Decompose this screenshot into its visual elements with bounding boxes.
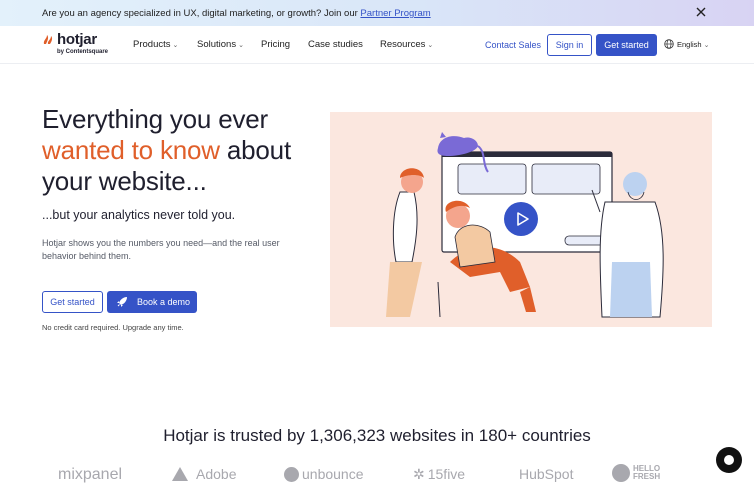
nav-item-products[interactable]: Products ⌄ bbox=[133, 39, 178, 50]
play-video-button[interactable] bbox=[504, 202, 538, 236]
unbounce-icon bbox=[284, 467, 299, 482]
language-selector[interactable]: English ⌄ bbox=[664, 39, 709, 49]
chat-widget-button[interactable] bbox=[716, 447, 742, 473]
headline-line-2: wanted to know about bbox=[42, 135, 291, 166]
play-icon bbox=[517, 212, 529, 226]
promo-banner: Are you an agency specialized in UX, dig… bbox=[0, 0, 754, 26]
nav-item-solutions[interactable]: Solutions ⌄ bbox=[197, 39, 244, 50]
book-demo-button[interactable]: Book a demo bbox=[107, 291, 197, 313]
language-label: English bbox=[677, 40, 702, 49]
chevron-down-icon: ⌄ bbox=[238, 42, 244, 49]
nav-item-case-studies[interactable]: Case studies bbox=[308, 39, 363, 50]
nav-item-label: Resources bbox=[380, 39, 426, 50]
trust-headline: Hotjar is trusted by 1,306,323 websites … bbox=[163, 426, 591, 445]
logo-adobe-label: Adobe bbox=[196, 466, 237, 482]
main-nav: hotjar by Contentsquare Products ⌄ Soluti… bbox=[0, 26, 754, 64]
chevron-down-icon: ⌄ bbox=[427, 42, 434, 49]
logo-mixpanel: mixpanel bbox=[58, 466, 123, 483]
logo-unbounce: unbounce bbox=[284, 466, 364, 482]
nav-item-pricing[interactable]: Pricing bbox=[261, 39, 290, 50]
customer-logos: mixpanel Adobe unbounce ✲ 15five HubSpot … bbox=[0, 462, 754, 485]
contact-sales-link[interactable]: Contact Sales bbox=[485, 40, 541, 50]
headline-line-2-rest: about bbox=[219, 135, 291, 165]
headline-line-1: Everything you ever bbox=[42, 104, 268, 134]
logo-hubspot: HubSpot bbox=[519, 466, 574, 482]
nav-item-label: Solutions bbox=[197, 39, 237, 50]
logo-15five-label: 15five bbox=[427, 466, 466, 482]
hero-description: Hotjar shows you the numbers you need—an… bbox=[42, 238, 280, 261]
adobe-icon bbox=[172, 467, 188, 481]
get-started-nav-button[interactable]: Get started bbox=[596, 34, 657, 56]
sign-in-button[interactable]: Sign in bbox=[547, 34, 592, 56]
fifteen-five-icon: ✲ bbox=[413, 466, 425, 482]
close-icon[interactable] bbox=[695, 6, 707, 18]
get-started-button[interactable]: Get started bbox=[42, 291, 103, 313]
nav-item-label: Pricing bbox=[261, 39, 291, 50]
chat-bubble-icon bbox=[724, 455, 734, 465]
banner-text: Are you an agency specialized in UX, dig… bbox=[42, 8, 361, 19]
banner-message: Are you an agency specialized in UX, dig… bbox=[42, 8, 431, 19]
no-credit-card-note: No credit card required. Upgrade any tim… bbox=[42, 323, 184, 332]
nav-item-label: Products bbox=[133, 39, 171, 50]
rocket-icon bbox=[117, 297, 127, 307]
logo-unbounce-label: unbounce bbox=[302, 466, 364, 482]
logo-15five: ✲ 15five bbox=[413, 466, 465, 483]
headline-line-3: your website... bbox=[42, 166, 207, 196]
logo-subtitle: by Contentsquare bbox=[57, 49, 109, 55]
logo-hellofresh: HELLO FRESH bbox=[612, 464, 669, 482]
nav-item-label: Case studies bbox=[308, 39, 363, 50]
logo-adobe: Adobe bbox=[172, 466, 236, 482]
nav-item-resources[interactable]: Resources ⌄ bbox=[380, 39, 433, 50]
headline-accent: wanted to know bbox=[42, 135, 220, 165]
book-demo-label: Book a demo bbox=[137, 297, 191, 307]
hellofresh-icon bbox=[612, 464, 630, 482]
chevron-down-icon: ⌄ bbox=[172, 42, 179, 49]
partner-program-link[interactable]: Partner Program bbox=[360, 8, 430, 19]
chevron-down-icon: ⌄ bbox=[703, 42, 710, 49]
hero-subheadline: ...but your analytics never told you. bbox=[42, 208, 236, 222]
hotjar-flame-icon bbox=[43, 35, 53, 44]
globe-icon bbox=[664, 39, 674, 49]
logo-wordmark: hotjar bbox=[57, 31, 97, 48]
logo-hellofresh-label: HELLO FRESH bbox=[633, 464, 661, 481]
hero-headline: Everything you ever wanted to know about… bbox=[42, 104, 291, 197]
